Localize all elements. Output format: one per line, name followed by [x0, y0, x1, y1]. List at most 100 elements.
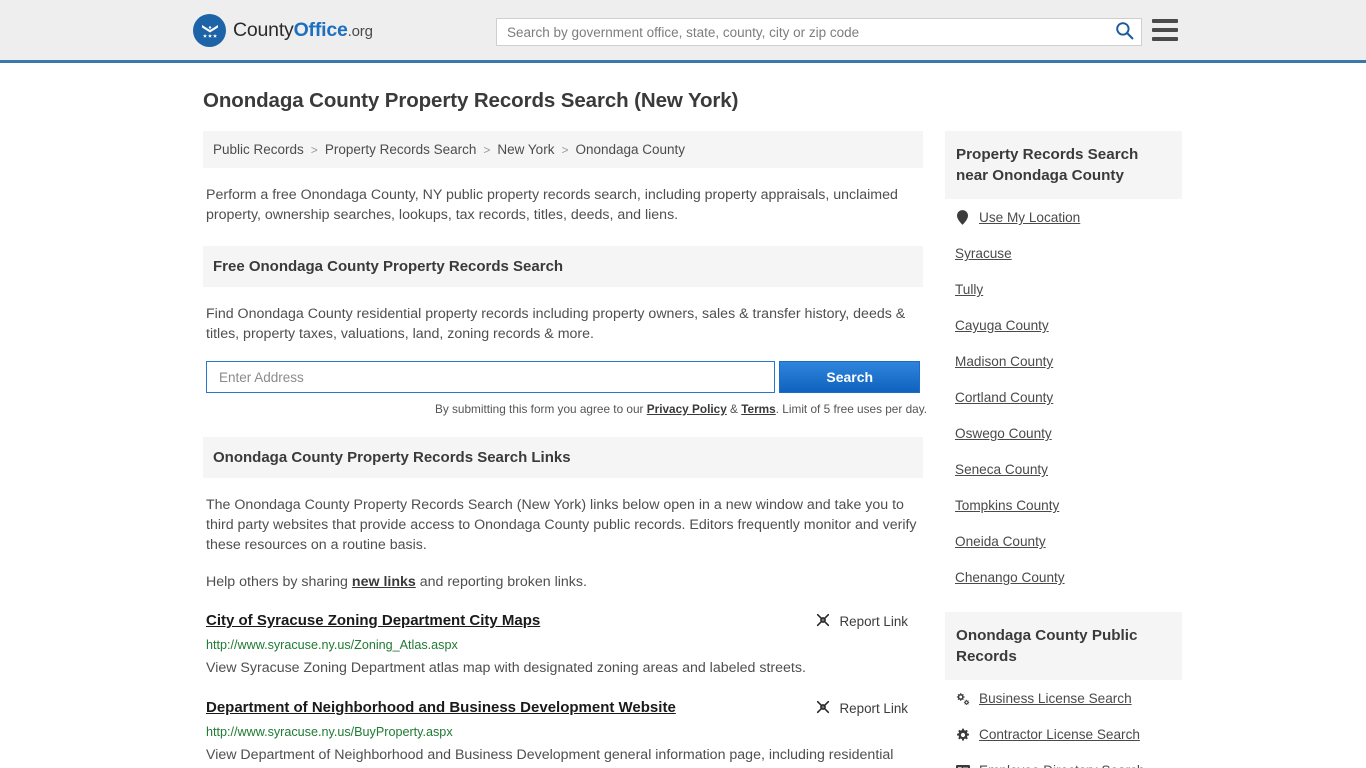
- report-link-label: Report Link: [839, 614, 908, 629]
- sidebar-link-label[interactable]: Seneca County: [955, 462, 1048, 477]
- free-search-heading: Free Onondaga County Property Records Se…: [203, 246, 923, 287]
- sidebar-link-label[interactable]: Chenango County: [955, 570, 1065, 585]
- sidebar-public-records-heading: Onondaga County Public Records: [945, 612, 1182, 680]
- page-container: Onondaga County Property Records Search …: [0, 89, 1366, 768]
- sidebar-link-label[interactable]: Oneida County: [955, 534, 1046, 549]
- disclaimer-post: . Limit of 5 free uses per day.: [775, 402, 927, 416]
- sidebar: Property Records Search near Onondaga Co…: [945, 131, 1182, 768]
- page-intro-text: Perform a free Onondaga County, NY publi…: [206, 187, 898, 223]
- sidebar-item-syracuse[interactable]: Syracuse: [949, 235, 1178, 271]
- content-columns: Public Records > Property Records Search…: [203, 131, 1182, 768]
- sidebar-item-chenango-county[interactable]: Chenango County: [949, 559, 1178, 595]
- cogs-icon: [955, 692, 970, 706]
- site-logo-text: CountyOffice.org: [233, 19, 373, 42]
- sidebar-link-label[interactable]: Business License Search: [979, 691, 1132, 706]
- sidebar-item-business-license-search[interactable]: Business License Search: [949, 680, 1178, 716]
- breadcrumb-item-property-records-search[interactable]: Property Records Search: [325, 142, 477, 157]
- eagle-logo-icon: [193, 13, 226, 47]
- disclaimer-amp: &: [726, 402, 742, 416]
- search-submit-button[interactable]: [1107, 19, 1141, 45]
- address-search-button[interactable]: Search: [779, 361, 920, 393]
- sidebar-link-label[interactable]: Oswego County: [955, 426, 1052, 441]
- logo-word-county: County: [233, 18, 294, 41]
- sidebar-item-use-my-location[interactable]: Use My Location: [949, 199, 1178, 235]
- site-logo[interactable]: CountyOffice.org: [193, 13, 373, 47]
- sidebar-item-oneida-county[interactable]: Oneida County: [949, 523, 1178, 559]
- form-disclaimer: By submitting this form you agree to our…: [206, 402, 927, 416]
- breadcrumb-item-public-records[interactable]: Public Records: [213, 142, 304, 157]
- sidebar-link-label[interactable]: Syracuse: [955, 246, 1012, 261]
- report-link-label: Report Link: [839, 701, 908, 716]
- help-pre: Help others by sharing: [206, 574, 352, 590]
- breadcrumb: Public Records > Property Records Search…: [203, 131, 923, 168]
- hamburger-bar: [1152, 28, 1178, 32]
- hamburger-menu-icon[interactable]: [1152, 19, 1178, 41]
- sidebar-item-cortland-county[interactable]: Cortland County: [949, 379, 1178, 415]
- sidebar-item-employee-directory-search[interactable]: Employee Directory Search: [949, 752, 1178, 768]
- logo-word-office: Office: [293, 18, 348, 41]
- breadcrumb-separator: >: [310, 142, 318, 157]
- breadcrumb-separator: >: [483, 142, 491, 157]
- sidebar-item-contractor-license-search[interactable]: Contractor License Search: [949, 716, 1178, 752]
- help-post: and reporting broken links.: [415, 574, 587, 590]
- broken-link-icon: [815, 612, 831, 631]
- free-search-body: Find Onondaga County residential propert…: [203, 304, 927, 416]
- map-pin-icon: [955, 210, 970, 225]
- result-item: City of Syracuse Zoning Department City …: [203, 611, 923, 679]
- terms-link[interactable]: Terms: [741, 402, 776, 416]
- sidebar-link-label[interactable]: Contractor License Search: [979, 727, 1140, 742]
- sidebar-item-seneca-county[interactable]: Seneca County: [949, 451, 1178, 487]
- new-links-link[interactable]: new links: [352, 574, 416, 590]
- sidebar-nearby-list: Use My Location Syracuse Tully Cayuga Co…: [945, 199, 1182, 595]
- sidebar-nearby-heading: Property Records Search near Onondaga Co…: [945, 131, 1182, 199]
- sidebar-public-records-block: Onondaga County Public Records Business …: [945, 612, 1182, 768]
- hamburger-bar: [1152, 37, 1178, 41]
- breadcrumb-item-onondaga-county[interactable]: Onondaga County: [575, 142, 685, 157]
- sidebar-item-cayuga-county[interactable]: Cayuga County: [949, 307, 1178, 343]
- result-header: City of Syracuse Zoning Department City …: [206, 611, 920, 631]
- result-description: View Syracuse Zoning Department atlas ma…: [206, 660, 806, 676]
- result-description: View Department of Neighborhood and Busi…: [206, 747, 894, 763]
- hamburger-bar: [1152, 19, 1178, 23]
- logo-word-dotorg: .org: [347, 22, 373, 40]
- sidebar-link-label[interactable]: Cayuga County: [955, 318, 1049, 333]
- report-link-button[interactable]: Report Link: [815, 699, 908, 718]
- sidebar-link-label[interactable]: Use My Location: [979, 210, 1080, 225]
- sidebar-link-label[interactable]: Tully: [955, 282, 983, 297]
- broken-link-icon: [815, 699, 831, 718]
- disclaimer-pre: By submitting this form you agree to our: [434, 402, 647, 416]
- links-section-paragraph: The Onondaga County Property Records Sea…: [206, 497, 917, 553]
- cog-icon: [955, 728, 970, 742]
- result-url: http://www.syracuse.ny.us/Zoning_Atlas.a…: [206, 638, 458, 652]
- result-title-link[interactable]: City of Syracuse Zoning Department City …: [206, 611, 540, 631]
- search-input[interactable]: [497, 19, 1107, 45]
- links-section-help-text: Help others by sharing new links and rep…: [206, 572, 920, 592]
- sidebar-link-label[interactable]: Employee Directory Search: [979, 763, 1144, 768]
- address-input[interactable]: [206, 361, 776, 393]
- result-header: Department of Neighborhood and Business …: [206, 698, 920, 718]
- site-header: CountyOffice.org: [0, 0, 1366, 63]
- links-section-body: The Onondaga County Property Records Sea…: [203, 495, 923, 592]
- sidebar-link-label[interactable]: Tompkins County: [955, 498, 1059, 513]
- sidebar-link-label[interactable]: Madison County: [955, 354, 1053, 369]
- result-item: Department of Neighborhood and Business …: [203, 698, 923, 768]
- search-icon: [1115, 21, 1134, 43]
- sidebar-item-oswego-county[interactable]: Oswego County: [949, 415, 1178, 451]
- sidebar-public-records-list: Business License Search Contractor Licen…: [945, 680, 1182, 768]
- sidebar-item-tompkins-county[interactable]: Tompkins County: [949, 487, 1178, 523]
- sidebar-link-label[interactable]: Cortland County: [955, 390, 1053, 405]
- result-title-link[interactable]: Department of Neighborhood and Business …: [206, 698, 676, 718]
- breadcrumb-separator: >: [561, 142, 569, 157]
- main-column: Public Records > Property Records Search…: [203, 131, 927, 768]
- global-search-bar[interactable]: [496, 18, 1142, 46]
- privacy-policy-link[interactable]: Privacy Policy: [647, 402, 727, 416]
- address-search-form: Search: [206, 361, 920, 393]
- page-title: Onondaga County Property Records Search …: [203, 89, 739, 112]
- report-link-button[interactable]: Report Link: [815, 612, 908, 631]
- sidebar-item-madison-county[interactable]: Madison County: [949, 343, 1178, 379]
- breadcrumb-item-new-york[interactable]: New York: [497, 142, 554, 157]
- result-url: http://www.syracuse.ny.us/BuyProperty.as…: [206, 725, 453, 739]
- free-search-description: Find Onondaga County residential propert…: [206, 306, 906, 342]
- sidebar-item-tully[interactable]: Tully: [949, 271, 1178, 307]
- links-section-heading: Onondaga County Property Records Search …: [203, 437, 923, 478]
